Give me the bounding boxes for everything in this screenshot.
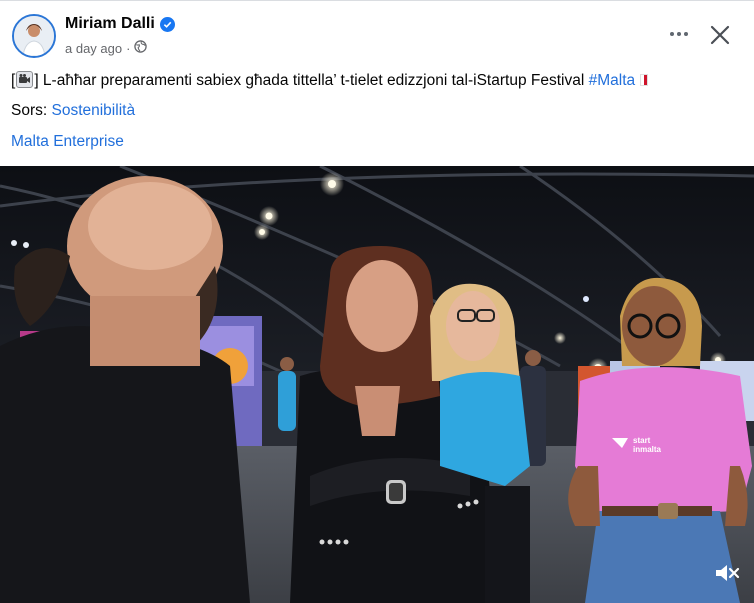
post-time[interactable]: a day ago xyxy=(65,41,122,56)
author-row: Miriam Dalli xyxy=(65,15,175,33)
verified-badge-icon xyxy=(159,16,175,32)
speaker-muted-icon xyxy=(716,565,740,581)
org-line: Malta Enterprise xyxy=(11,133,124,151)
source-label: Sors: xyxy=(11,102,52,119)
hashtag-link[interactable]: #Malta xyxy=(589,72,636,89)
author-name[interactable]: Miriam Dalli xyxy=(65,15,155,33)
mute-button[interactable] xyxy=(713,561,741,585)
globe-icon xyxy=(134,40,148,56)
close-icon xyxy=(710,25,730,45)
more-options-button[interactable] xyxy=(665,22,693,46)
post-video[interactable]: start inmalta xyxy=(0,166,754,603)
shirt-logo-line2: inmalta xyxy=(633,445,662,454)
malta-flag-icon xyxy=(640,74,649,86)
bracket-open: [ xyxy=(11,72,16,89)
post-body-text: L-aħħar preparamenti sabiex għada tittel… xyxy=(38,72,589,89)
shirt-logo-line1: start xyxy=(633,436,651,445)
video-frame: start inmalta xyxy=(0,166,754,603)
post-text: [] L-aħħar preparamenti sabiex għada tit… xyxy=(11,71,649,90)
avatar[interactable] xyxy=(12,14,56,58)
source-line: Sors: Sostenibilità xyxy=(11,102,135,120)
org-link[interactable]: Malta Enterprise xyxy=(11,133,124,150)
close-button[interactable] xyxy=(706,21,734,49)
top-divider xyxy=(0,0,754,1)
more-dots-icon xyxy=(670,32,674,36)
video-camera-emoji-icon xyxy=(16,71,34,88)
source-link[interactable]: Sostenibilità xyxy=(51,102,135,119)
meta-separator: · xyxy=(126,40,131,56)
post-meta: a day ago · xyxy=(65,40,148,56)
